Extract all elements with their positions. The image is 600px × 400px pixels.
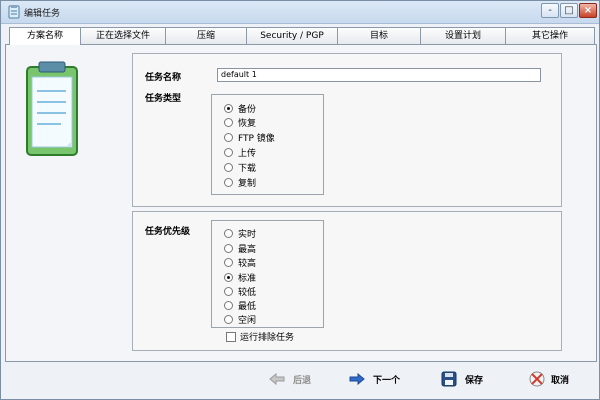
title-bar[interactable]: 编辑任务 - □ ×	[1, 1, 599, 24]
task-type-group: 备份 恢复 FTP 镜像 上传 下载 复制	[211, 94, 324, 195]
tab-security-pgp[interactable]: Security / PGP	[246, 27, 338, 44]
tab-compression[interactable]: 压缩	[165, 27, 247, 44]
cancel-button[interactable]: 取消	[527, 369, 597, 391]
priority-panel: 任务优先级 实时 最高 较高 标准 较低 最低 空闲 运行排除任务	[132, 211, 562, 351]
priority-label-higher: 较高	[238, 259, 257, 269]
window-title: 编辑任务	[24, 9, 61, 19]
radio-button[interactable]	[224, 258, 233, 267]
tab-selecting-files[interactable]: 正在选择文件	[80, 27, 166, 44]
maximize-icon: □	[564, 5, 574, 16]
radio-button[interactable]	[224, 301, 233, 310]
radio-button[interactable]	[224, 163, 233, 172]
save-button[interactable]: 保存	[441, 369, 517, 391]
close-button[interactable]: ×	[579, 3, 597, 18]
back-label: 后退	[293, 376, 312, 386]
radio-button[interactable]	[224, 118, 233, 127]
task-clipboard-icon	[26, 61, 78, 156]
priority-label-standard: 标准	[238, 274, 257, 284]
priority-label: 任务优先级	[145, 227, 191, 237]
save-icon	[441, 371, 457, 387]
radio-button[interactable]	[224, 148, 233, 157]
task-type-label-ftp-mirror: FTP 镜像	[238, 134, 275, 144]
task-type-label-download: 下载	[238, 164, 257, 174]
next-label: 下一个	[373, 376, 401, 386]
task-type-label-copy: 复制	[238, 179, 257, 189]
maximize-button[interactable]: □	[560, 3, 578, 18]
task-type-label-restore: 恢复	[238, 119, 257, 129]
arrow-right-icon	[349, 372, 365, 386]
priority-label-highest: 最高	[238, 245, 257, 255]
back-button[interactable]: 后退	[269, 369, 339, 391]
radio-button[interactable]	[224, 133, 233, 142]
radio-button[interactable]	[224, 287, 233, 296]
close-icon: ×	[583, 5, 593, 16]
task-type-label: 任务类型	[145, 94, 182, 104]
clipboard-icon	[8, 5, 20, 19]
tab-target[interactable]: 目标	[337, 27, 421, 44]
tab-other-actions[interactable]: 其它操作	[505, 27, 595, 44]
task-info-panel: 任务名称 default 1 任务类型 备份 恢复 FTP 镜像 上传 下载 复…	[132, 53, 562, 207]
priority-label-lowest: 最低	[238, 302, 257, 312]
radio-button[interactable]	[224, 104, 233, 113]
tab-scheme-name[interactable]: 方案名称	[9, 27, 81, 45]
minimize-icon: -	[548, 5, 552, 16]
radio-button[interactable]	[224, 178, 233, 187]
run-exclusive-label: 运行排除任务	[240, 333, 295, 343]
tab-strip: 方案名称 正在选择文件 压缩 Security / PGP 目标 设置计划 其它…	[5, 27, 599, 45]
radio-button[interactable]	[224, 315, 233, 324]
priority-label-idle: 空闲	[238, 316, 257, 326]
arrow-left-icon	[269, 372, 285, 386]
next-button[interactable]: 下一个	[349, 369, 431, 391]
priority-group: 实时 最高 较高 标准 较低 最低 空闲	[211, 220, 324, 328]
save-label: 保存	[465, 376, 484, 386]
task-type-label-backup: 备份	[238, 105, 257, 115]
cancel-icon	[529, 371, 545, 387]
tab-content: 任务名称 default 1 任务类型 备份 恢复 FTP 镜像 上传 下载 复…	[5, 44, 597, 362]
tab-schedule[interactable]: 设置计划	[420, 27, 506, 44]
cancel-label: 取消	[551, 376, 570, 386]
task-name-label: 任务名称	[145, 73, 182, 83]
task-name-input[interactable]: default 1	[217, 68, 541, 82]
task-type-label-upload: 上传	[238, 149, 257, 159]
edit-task-window: 编辑任务 - □ × 方案名称 正在选择文件 压缩 Security / PGP…	[0, 0, 600, 400]
radio-button[interactable]	[224, 229, 233, 238]
priority-label-lower: 较低	[238, 288, 257, 298]
priority-label-realtime: 实时	[238, 230, 257, 240]
radio-button[interactable]	[224, 244, 233, 253]
run-exclusive-checkbox[interactable]	[226, 332, 236, 342]
minimize-button[interactable]: -	[541, 3, 559, 18]
radio-button[interactable]	[224, 273, 233, 282]
